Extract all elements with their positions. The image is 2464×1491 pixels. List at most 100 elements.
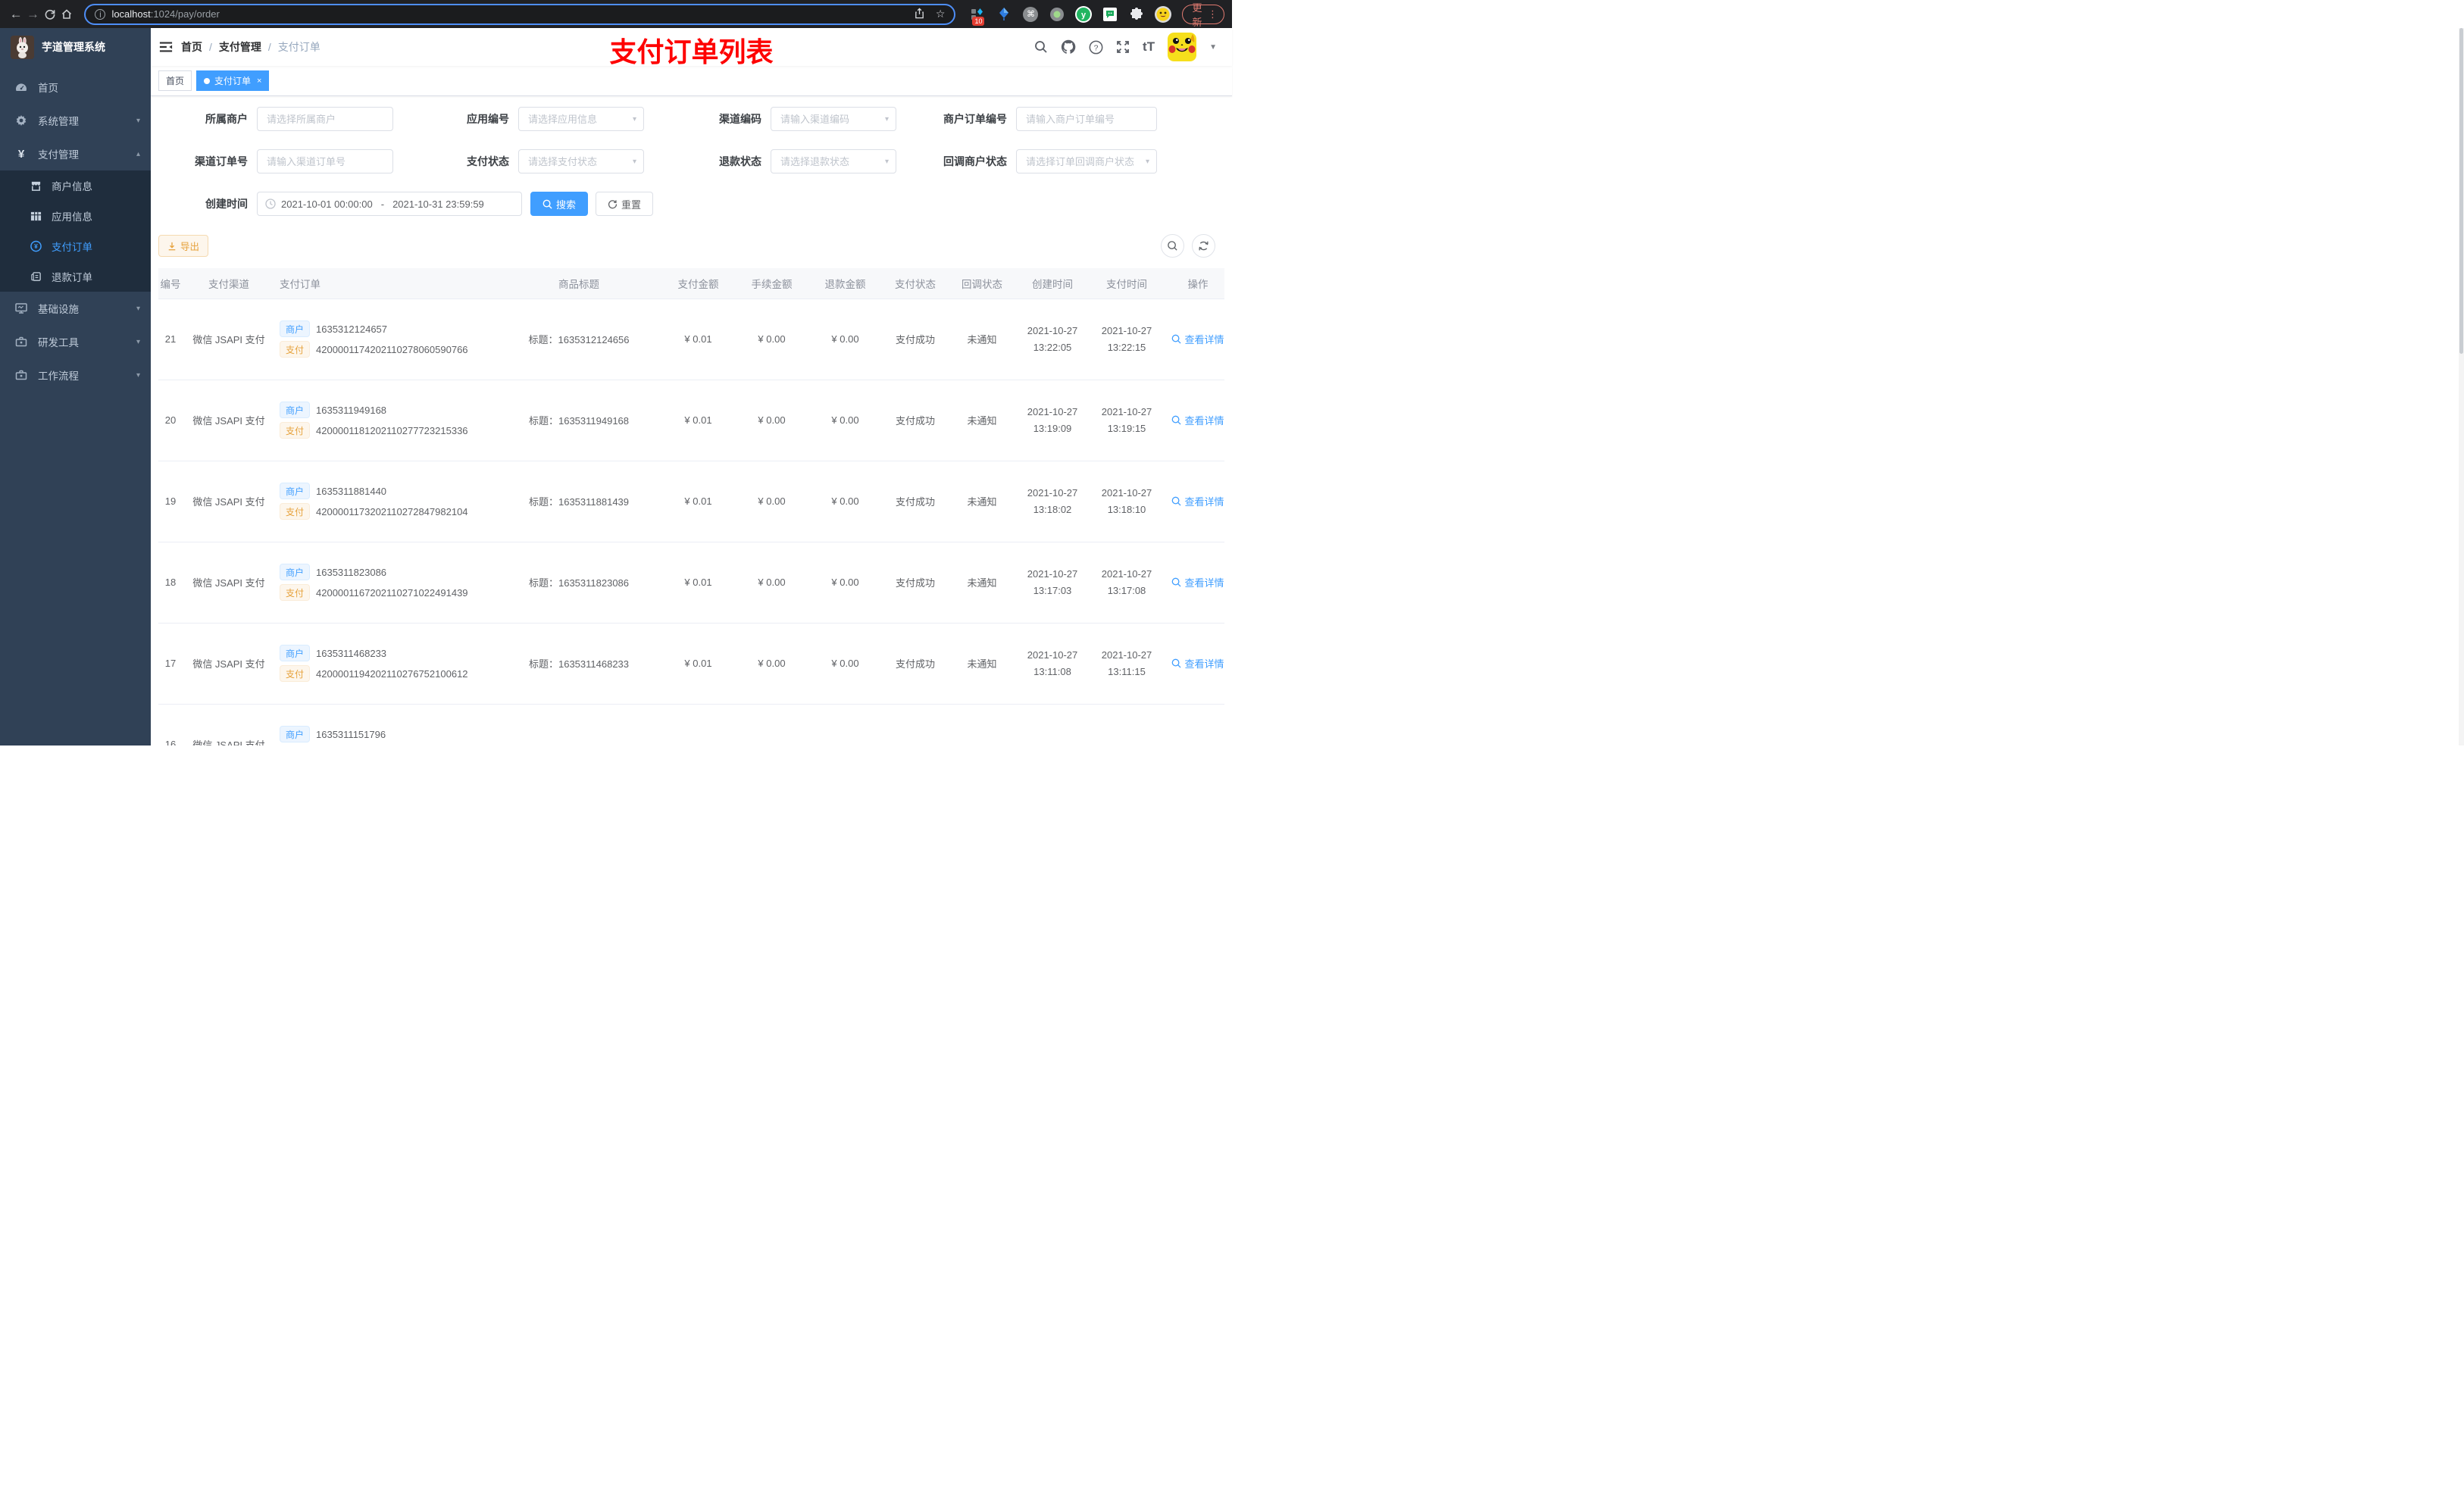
extension-command-icon[interactable]: ⌘ (1022, 6, 1039, 23)
filter-label-create-time: 创建时间 (205, 198, 248, 210)
actions-cell: 查看详情 (1164, 461, 1224, 542)
tag-close-icon[interactable]: × (257, 77, 261, 86)
url-path: :1024/pay/order (150, 8, 220, 20)
help-icon[interactable]: ? (1089, 40, 1103, 55)
table-row: 17 微信 JSAPI 支付 商户 1635311468233 支付 42000… (158, 623, 1224, 705)
refund-status-select[interactable]: ▾ (771, 149, 896, 173)
sidebar-item-payment[interactable]: ¥ 支付管理 ▴ (0, 137, 151, 170)
filter-label-channel-order-no: 渠道订单号 (195, 155, 248, 167)
pay-order-cell: 商户 1635311881440 支付 42000011732021102728… (269, 461, 496, 542)
order-id: 18 (158, 542, 189, 624)
create-time-cell: 2021-10-27 13:18:02 (1015, 461, 1090, 542)
tags-view: 首页 支付订单 × (151, 66, 1232, 96)
monitor-icon (15, 302, 27, 314)
site-info-icon[interactable]: i (95, 8, 106, 20)
pay-status-select[interactable]: ▾ (518, 149, 644, 173)
view-detail-link[interactable]: 查看详情 (1171, 413, 1224, 427)
sidebar-item-label: 工作流程 (38, 370, 79, 382)
order-id: 19 (158, 461, 189, 542)
filter-label-notify-status: 回调商户状态 (943, 155, 1007, 167)
sidebar-item-pay-order[interactable]: ¥ 支付订单 (0, 231, 151, 261)
sidebar-item-workflow[interactable]: 工作流程 ▾ (0, 358, 151, 392)
svg-text:y: y (1081, 11, 1087, 20)
merchant-order-no-input[interactable] (1016, 107, 1157, 131)
actions-cell: 查看详情 (1164, 623, 1224, 705)
extension-kite-icon[interactable] (996, 6, 1012, 23)
create-time-range-picker[interactable]: 2021-10-01 00:00:00 - 2021-10-31 23:59:5… (257, 192, 522, 216)
header-search-icon[interactable] (1034, 40, 1048, 54)
toggle-search-button[interactable] (1161, 234, 1184, 258)
browser-reload-button[interactable] (42, 3, 58, 26)
view-detail-link[interactable]: 查看详情 (1171, 656, 1224, 670)
extensions-puzzle-icon[interactable] (1128, 6, 1145, 23)
browser-forward-button[interactable]: → (24, 3, 41, 26)
payment-submenu: 商户信息 应用信息 ¥ 支付订单 退款订单 (0, 170, 151, 292)
refresh-table-button[interactable] (1192, 234, 1215, 258)
notify-status-select[interactable]: ▾ (1016, 149, 1157, 173)
extension-y-icon[interactable]: y (1075, 5, 1093, 23)
channel-code-select[interactable]: ▾ (771, 107, 896, 131)
col-header-amount: 支付金额 (661, 268, 735, 299)
address-bar[interactable]: i localhost :1024/pay/order ☆ (84, 3, 956, 25)
toolbox-icon (15, 369, 27, 381)
font-size-icon[interactable]: tT (1143, 39, 1155, 55)
reset-button[interactable]: 重置 (596, 192, 654, 216)
sidebar-item-label: 研发工具 (38, 337, 79, 349)
github-icon[interactable] (1061, 39, 1076, 55)
browser-home-button[interactable] (58, 3, 75, 26)
page-scrollbar[interactable] (2459, 28, 2464, 746)
sidebar-item-merchant-info[interactable]: 商户信息 (0, 170, 151, 201)
search-button[interactable]: 搜索 (530, 192, 589, 216)
owner-select[interactable] (257, 107, 393, 131)
filter-form: 所属商户 应用编号 ▾ 渠道编码 (158, 107, 1224, 216)
breadcrumb-home[interactable]: 首页 (181, 39, 202, 55)
profile-emoji-icon[interactable] (1155, 5, 1172, 23)
view-detail-link[interactable]: 查看详情 (1171, 332, 1224, 346)
sidebar-item-home[interactable]: 首页 (0, 70, 151, 104)
extension-tasks-icon[interactable]: 10 (969, 6, 986, 26)
sidebar-item-label: 支付管理 (38, 149, 79, 161)
pay-time-cell: 2021-10-27 13:11:15 (1090, 623, 1164, 705)
browser-update-button[interactable]: 更新 ⋮ (1182, 2, 1224, 28)
user-avatar[interactable] (1168, 33, 1197, 61)
order-id: 21 (158, 299, 189, 380)
pay-order-cell: 商户 1635311151796 支付 (269, 704, 496, 746)
table-row: 21 微信 JSAPI 支付 商户 1635312124657 支付 42000… (158, 299, 1224, 380)
fee-amount: ¥ 0.00 (735, 299, 808, 380)
refund-amount (808, 704, 882, 746)
pay-tag: 支付 (280, 341, 311, 358)
page-annotation: 支付订单列表 (609, 36, 774, 67)
view-detail-link[interactable]: 查看详情 (1171, 575, 1224, 589)
sidebar-item-label: 商户信息 (52, 181, 92, 192)
tag-home[interactable]: 首页 (158, 70, 192, 91)
extension-chat-icon[interactable] (1102, 6, 1118, 23)
browser-back-button[interactable]: ← (8, 3, 24, 26)
view-detail-link[interactable]: 查看详情 (1171, 494, 1224, 508)
app-no-select[interactable]: ▾ (518, 107, 644, 131)
svg-text:?: ? (1094, 44, 1099, 52)
sidebar-item-infra[interactable]: 基础设施 ▾ (0, 292, 151, 325)
sidebar-item-refund-order[interactable]: 退款订单 (0, 261, 151, 292)
pay-status: 支付成功 (882, 299, 949, 380)
export-button[interactable]: 导出 (158, 235, 209, 257)
avatar-caret-icon[interactable]: ▼ (1209, 43, 1217, 52)
product-title (496, 704, 661, 746)
table-row: 19 微信 JSAPI 支付 商户 1635311881440 支付 42000… (158, 461, 1224, 542)
bookmark-star-icon[interactable]: ☆ (936, 8, 946, 20)
breadcrumb-parent[interactable]: 支付管理 (219, 39, 261, 55)
sidebar-item-system[interactable]: 系统管理 ▾ (0, 104, 151, 137)
channel-order-no: 4200001194202110276752100612 (316, 667, 468, 680)
order-id: 16 (158, 704, 189, 746)
breadcrumb-current: 支付订单 (277, 41, 321, 53)
yen-circle-icon: ¥ (30, 240, 42, 252)
browser-menu-icon[interactable]: ⋮ (1208, 8, 1218, 20)
tag-pay-order[interactable]: 支付订单 × (196, 70, 270, 91)
sidebar-item-dev-tools[interactable]: 研发工具 ▾ (0, 325, 151, 358)
channel-order-no-input[interactable] (257, 149, 393, 173)
app-logo-row[interactable]: 芋道管理系统 (0, 28, 151, 66)
sidebar-item-app-info[interactable]: 应用信息 (0, 201, 151, 231)
share-icon[interactable] (914, 8, 925, 20)
extension-dot-icon[interactable] (1049, 6, 1065, 23)
sidebar-collapse-button[interactable] (151, 28, 181, 66)
fullscreen-icon[interactable] (1116, 40, 1130, 54)
